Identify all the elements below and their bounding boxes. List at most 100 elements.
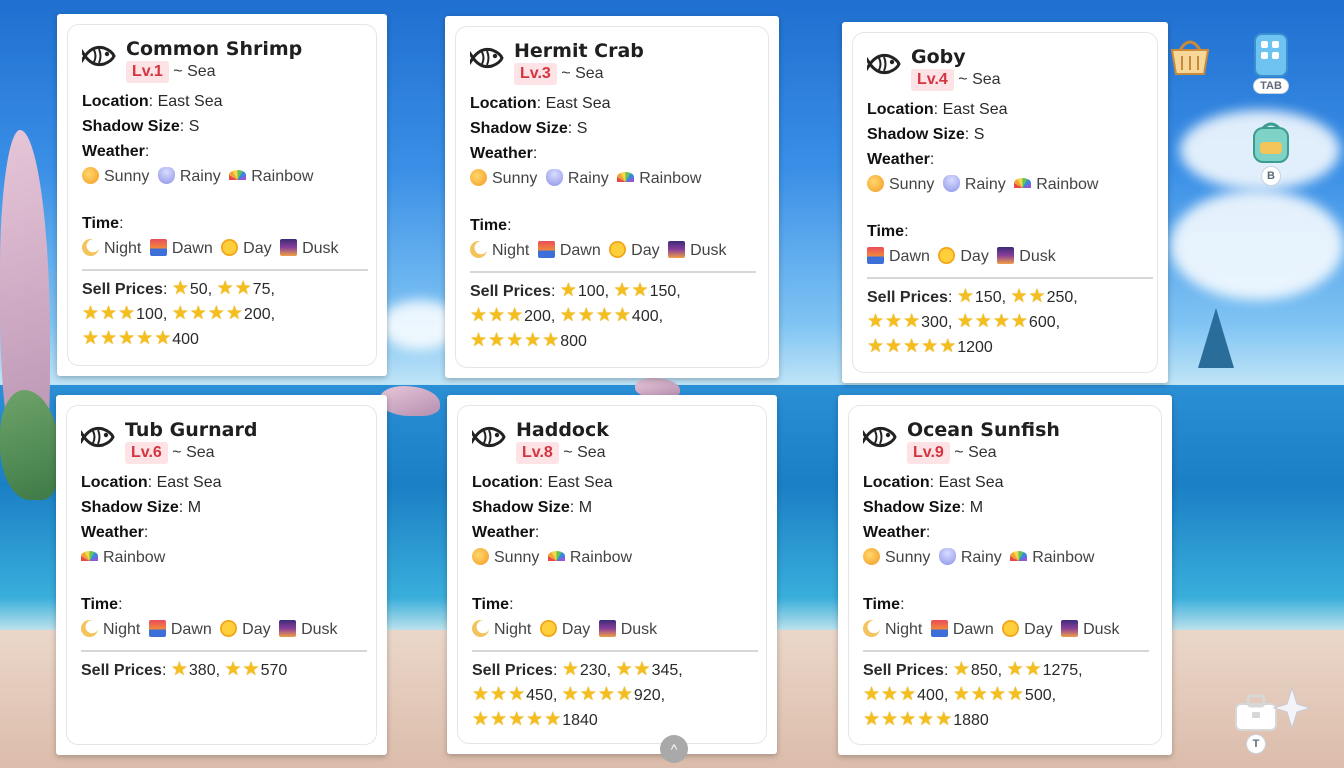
star-icon: ★ [490,709,508,730]
phone-tab-button[interactable]: TAB [1250,32,1292,94]
star-icon: ★ [118,303,136,324]
time-label-row: Time: [867,223,909,240]
star-icon: ★ [952,684,970,705]
time-tag: Dusk [1061,620,1120,638]
shop-basket-button[interactable] [1166,30,1214,80]
price-entry: ★★★★920, [561,684,666,705]
card-header: Hermit Crab Lv.3 ~ Sea [470,39,756,85]
time-tag: Dawn [149,239,213,257]
fish-name: Hermit Crab [514,40,644,62]
fish-card[interactable]: Goby Lv.4 ~ Sea Location: East Sea Shado… [842,22,1168,383]
day-icon [539,620,557,637]
tab-key-hint: TAB [1253,78,1289,94]
dusk-icon [997,247,1015,264]
level-habitat: Lv.6 ~ Sea [125,442,257,464]
card-body: Common Shrimp Lv.1 ~ Sea Location: East … [67,24,377,366]
divider [81,650,367,652]
price-entry: ★★★200, [470,305,560,326]
level-badge: Lv.9 [907,442,950,464]
time-list: Dawn Day Dusk [867,244,1145,269]
star-icon: ★ [615,659,633,680]
fish-card[interactable]: Common Shrimp Lv.1 ~ Sea Location: East … [57,14,387,376]
level-habitat: Lv.1 ~ Sea [126,61,302,83]
weather-label-row: Weather: [82,143,150,160]
location-value: East Sea [942,101,1008,118]
divider [82,269,368,271]
time-tag: Dawn [867,247,930,265]
weather-tag: Rainy [157,167,221,185]
sell-prices-line: ★★★100, ★★★★200, [82,302,364,327]
sell-prices: Sell Prices: ★100, ★★150, [470,280,681,301]
backpack-button[interactable]: B [1246,120,1296,186]
sell-prices-line: ★★★★★1840 [472,708,754,733]
price-entry: ★50, [171,278,217,299]
sell-prices-line: ★★★★★1880 [863,708,1149,733]
star-icon: ★ [508,684,526,705]
location-row: Location: East Sea [863,474,1004,491]
fish-name: Ocean Sunfish [907,419,1060,441]
title-block: Tub Gurnard Lv.6 ~ Sea [125,418,257,464]
card-header: Haddock Lv.8 ~ Sea [472,418,754,464]
dusk-icon [668,241,686,258]
fish-icon [472,426,506,448]
star-icon: ★ [506,305,524,326]
star-icon: ★ [863,709,881,730]
sunny-icon [470,169,487,186]
star-icon: ★ [207,303,225,324]
weather-list: Sunny Rainy Rainbow [867,172,1145,197]
fish-card[interactable]: Haddock Lv.8 ~ Sea Location: East Sea Sh… [447,395,777,754]
fish-icon [81,426,115,448]
cloud [1170,190,1344,300]
time-list: Night Dawn Day Dusk [82,236,364,261]
weather-list: Sunny Rainy Rainbow [863,545,1149,570]
dusk-icon [1061,620,1079,637]
star-icon: ★ [952,659,970,680]
sunny-icon [867,175,884,192]
star-icon: ★ [561,684,579,705]
time-tag: Night [472,620,531,638]
star-icon: ★ [559,280,577,301]
level-badge: Lv.6 [125,442,168,464]
weather-label-row: Weather: [470,145,538,162]
sell-prices-line: ★★★★★800 [470,329,756,354]
fish-card[interactable]: Hermit Crab Lv.3 ~ Sea Location: East Se… [445,16,779,378]
sell-prices: Sell Prices: ★50, ★★75, [82,278,275,299]
weather-tag: Rainbow [617,170,701,187]
scroll-up-button[interactable]: ^ [660,735,688,763]
time-list: Night Dawn Day Dusk [470,238,756,263]
star-icon: ★ [559,305,577,326]
rainbow-icon [81,551,98,561]
weather-label-row: Weather: [863,524,931,541]
weather-label-row: Weather: [472,524,540,541]
star-icon: ★ [597,684,615,705]
location-row: Location: East Sea [470,95,611,112]
sell-prices-line: ★★★★★1200 [867,335,1145,360]
phone-icon [1254,33,1288,77]
dusk-icon [280,239,298,256]
star-icon: ★ [488,305,506,326]
weather-tag: Rainbow [547,549,632,566]
star-icon: ★ [171,303,189,324]
weather-tag: Sunny [82,167,149,185]
price-entry: ★★★★★1840 [472,709,598,730]
star-icon: ★ [100,303,118,324]
shadow-row: Shadow Size: S [82,118,200,135]
fish-name: Common Shrimp [126,38,303,60]
rainbow-icon [1010,551,1028,561]
dusk-icon [598,620,616,637]
card-body: Goby Lv.4 ~ Sea Location: East Sea Shado… [852,32,1158,373]
weather-tag: Rainy [942,175,1006,193]
sell-prices-line: ★★★200, ★★★★400, [470,304,756,329]
level-badge: Lv.8 [516,442,559,464]
shadow-value: M [969,499,984,516]
fish-card[interactable]: Ocean Sunfish Lv.9 ~ Sea Location: East … [838,395,1172,755]
card-body: Hermit Crab Lv.3 ~ Sea Location: East Se… [455,26,769,368]
location-row: Location: East Sea [82,93,223,110]
card-header: Common Shrimp Lv.1 ~ Sea [82,37,364,83]
fish-icon [863,426,897,448]
sell-prices: Sell Prices: ★230, ★★345, [472,659,683,680]
sunny-icon [863,548,880,565]
fish-card[interactable]: Tub Gurnard Lv.6 ~ Sea Location: East Se… [56,395,387,755]
title-block: Goby Lv.4 ~ Sea [911,45,1001,91]
star-icon: ★ [917,709,935,730]
